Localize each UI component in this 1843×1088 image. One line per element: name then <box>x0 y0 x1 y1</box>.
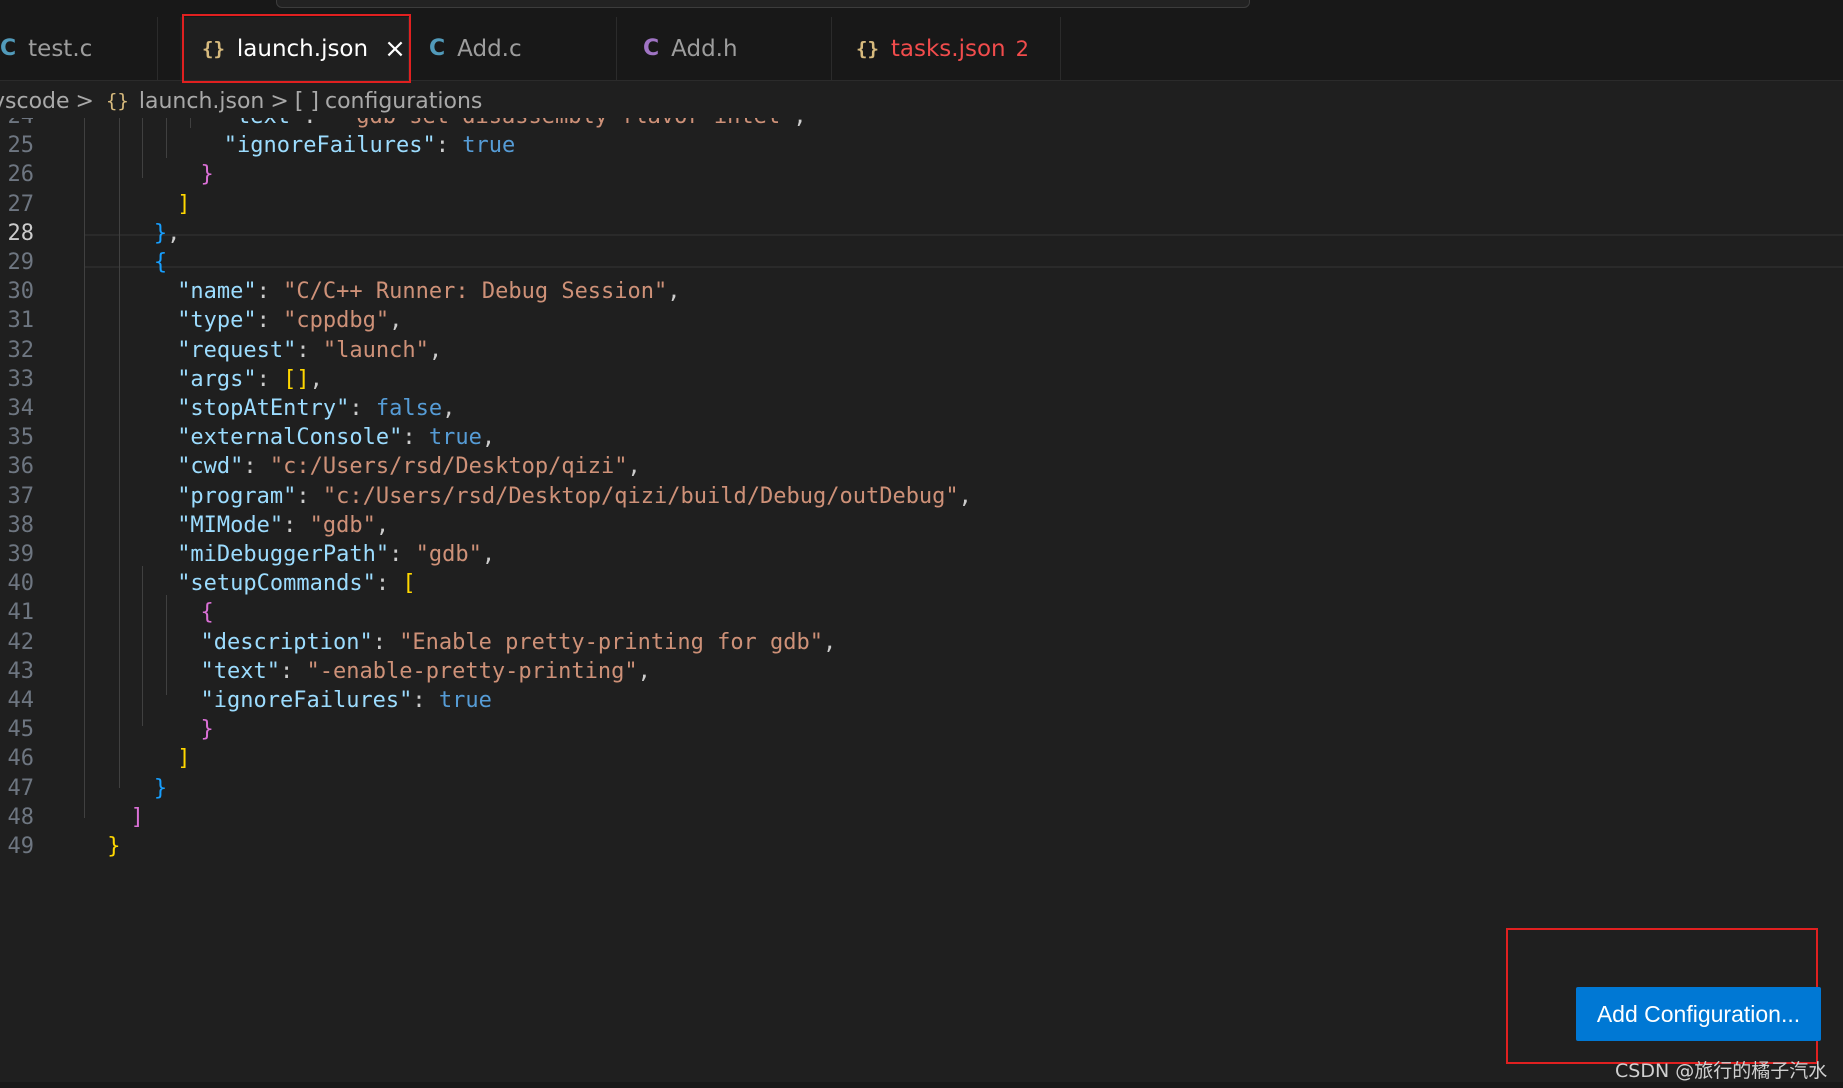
json-file-icon: {} <box>105 90 129 112</box>
json-file-icon: {} <box>856 37 879 60</box>
problem-count-badge: 2 <box>1015 36 1029 61</box>
title-strip <box>0 0 1843 17</box>
breadcrumb-folder[interactable]: vscode <box>0 89 70 114</box>
breadcrumb: vscode > {} launch.json > [ ] configurat… <box>0 86 1843 116</box>
close-icon[interactable]: × <box>384 34 406 64</box>
tab-add-h[interactable]: C Add.h <box>617 17 832 80</box>
tab-test-c[interactable]: C test.c <box>0 17 158 80</box>
tab-label: test.c <box>28 35 93 62</box>
json-file-icon: {} <box>202 37 225 60</box>
breadcrumb-section[interactable]: configurations <box>325 89 482 114</box>
array-icon: [ ] <box>294 88 319 114</box>
chevron-right-icon: > <box>270 88 289 114</box>
command-center[interactable] <box>276 0 1250 8</box>
c-header-file-icon: C <box>643 36 660 61</box>
chevron-right-icon: > <box>75 88 94 114</box>
tab-label: Add.h <box>671 35 738 62</box>
code-line[interactable]: 49} <box>0 830 1843 864</box>
tab-label: tasks.json <box>890 35 1006 62</box>
c-file-icon: C <box>429 36 446 61</box>
tab-add-c[interactable]: C Add.c <box>409 17 617 80</box>
code-text: } <box>107 834 121 859</box>
add-configuration-button[interactable]: Add Configuration... <box>1576 987 1821 1041</box>
tab-label: Add.c <box>457 35 522 62</box>
tab-tasks-json[interactable]: {} tasks.json 2 <box>832 17 1061 80</box>
line-number: 49 <box>7 834 35 859</box>
c-file-icon: C <box>0 36 17 61</box>
status-strip <box>0 1082 1843 1088</box>
code-editor[interactable]: 24"text": "-gdb-set disassembly-flavor i… <box>0 118 1843 1088</box>
tab-launch-json[interactable]: {} launch.json × <box>180 17 409 80</box>
tab-label: launch.json <box>236 35 369 62</box>
breadcrumb-file[interactable]: launch.json <box>139 89 265 114</box>
watermark: CSDN @旅行的橘子汽水 <box>1615 1060 1828 1082</box>
tab-bar: C test.c {} launch.json × C Add.c C Add.… <box>0 17 1843 81</box>
